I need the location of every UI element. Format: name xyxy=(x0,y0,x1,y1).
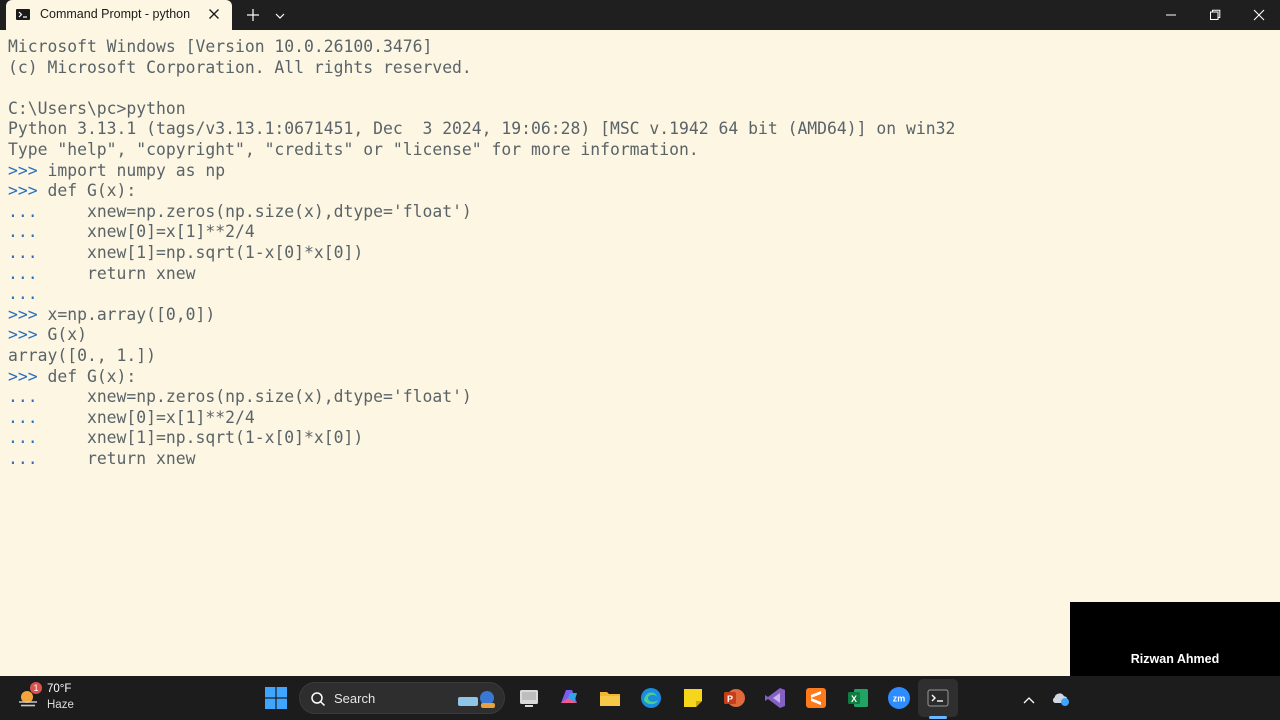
minimize-button[interactable] xyxy=(1149,0,1193,30)
terminal-prompt: >>> xyxy=(8,366,38,386)
terminal-icon[interactable] xyxy=(925,685,951,711)
chevron-down-icon[interactable] xyxy=(272,8,288,22)
edge-icon[interactable] xyxy=(638,685,664,711)
terminal-line-text: import numpy as np xyxy=(37,160,226,180)
terminal-line-text: Microsoft Windows [Version 10.0.26100.34… xyxy=(8,37,433,56)
terminal-prompt: ... xyxy=(8,263,38,283)
terminal-line: >>> def G(x): xyxy=(8,367,955,388)
powerpoint-icon[interactable]: P xyxy=(721,685,747,711)
terminal-line: >>> def G(x): xyxy=(8,181,955,202)
svg-text:X: X xyxy=(851,694,857,704)
plus-icon[interactable] xyxy=(244,6,262,24)
terminal-line: >>> import numpy as np xyxy=(8,161,955,182)
terminal-line-text: Python 3.13.1 (tags/v3.13.1:0671451, Dec… xyxy=(8,119,956,139)
terminal-line: (c) Microsoft Corporation. All rights re… xyxy=(8,58,955,79)
search-label: Search xyxy=(334,691,376,706)
terminal-prompt: >>> xyxy=(8,181,38,201)
terminal-prompt: >>> xyxy=(8,325,38,345)
taskbar-search[interactable]: Search xyxy=(299,682,505,714)
maximize-button[interactable] xyxy=(1193,0,1237,30)
terminal-prompt: ... xyxy=(8,242,38,262)
close-button[interactable] xyxy=(1237,0,1280,30)
terminal-line: Microsoft Windows [Version 10.0.26100.34… xyxy=(8,37,955,58)
terminal-line: C:\Users\pc>python xyxy=(8,99,955,120)
terminal-prompt: ... xyxy=(8,222,38,242)
terminal-line-text: xnew=np.zeros(np.size(x),dtype='float') xyxy=(37,387,472,407)
terminal-line-text: xnew[0]=x[1]**2/4 xyxy=(37,222,255,242)
terminal-line: ... xyxy=(8,284,955,305)
terminal-line: ... return xnew xyxy=(8,449,955,470)
terminal-text: Microsoft Windows [Version 10.0.26100.34… xyxy=(8,37,955,469)
webcam-overlay: Rizwan Ahmed xyxy=(1070,602,1280,676)
terminal-line-text: (c) Microsoft Corporation. All rights re… xyxy=(8,57,472,77)
close-icon xyxy=(1253,9,1265,21)
weather-temp: 70°F xyxy=(47,683,72,695)
svg-text:zm: zm xyxy=(893,694,906,704)
terminal-line: array([0., 1.]) xyxy=(8,346,955,367)
terminal-line: Python 3.13.1 (tags/v3.13.1:0671451, Dec… xyxy=(8,119,955,140)
terminal-line: ... return xnew xyxy=(8,264,955,285)
restore-icon xyxy=(1210,9,1221,20)
terminal-prompt: >>> xyxy=(8,160,38,180)
terminal-prompt: ... xyxy=(8,448,38,468)
terminal-line-text: return xnew xyxy=(37,448,196,468)
terminal-line-text: return xnew xyxy=(37,263,196,283)
terminal-line-text: def G(x): xyxy=(37,181,137,201)
terminal-line: >>> x=np.array([0,0]) xyxy=(8,305,955,326)
terminal-line-text: xnew[1]=np.sqrt(1-x[0]*x[0]) xyxy=(37,428,364,448)
terminal-line: >>> G(x) xyxy=(8,325,955,346)
presenter-name: Rizwan Ahmed xyxy=(1130,652,1220,666)
terminal-prompt: ... xyxy=(8,201,38,221)
terminal-line: Type "help", "copyright", "credits" or "… xyxy=(8,140,955,161)
search-highlight-icon xyxy=(456,688,498,710)
terminal-line-text: xnew[1]=np.sqrt(1-x[0]*x[0]) xyxy=(37,242,364,262)
terminal-line-text: array([0., 1.]) xyxy=(8,345,157,365)
search-icon xyxy=(310,691,326,707)
terminal-line-text: Type "help", "copyright", "credits" or "… xyxy=(8,139,699,159)
terminal-prompt: ... xyxy=(8,428,38,448)
onedrive-cloud-icon[interactable] xyxy=(1050,689,1070,707)
file-explorer-icon[interactable] xyxy=(516,685,542,711)
terminal-line: ... xnew[1]=np.sqrt(1-x[0]*x[0]) xyxy=(8,428,955,449)
sublime-icon[interactable] xyxy=(803,685,829,711)
svg-text:P: P xyxy=(727,694,733,704)
terminal-line-text: def G(x): xyxy=(37,366,137,386)
sticky-notes-icon[interactable] xyxy=(680,685,706,711)
terminal-line-text: xnew=np.zeros(np.size(x),dtype='float') xyxy=(37,201,472,221)
close-icon[interactable] xyxy=(206,6,222,22)
terminal-prompt: >>> xyxy=(8,304,38,324)
folder-icon[interactable] xyxy=(597,685,623,711)
terminal-line: ... xnew=np.zeros(np.size(x),dtype='floa… xyxy=(8,387,955,408)
terminal-line: ... xnew=np.zeros(np.size(x),dtype='floa… xyxy=(8,202,955,223)
active-app-indicator xyxy=(929,716,947,719)
terminal-line: ... xnew[0]=x[1]**2/4 xyxy=(8,222,955,243)
terminal-output[interactable]: Microsoft Windows [Version 10.0.26100.34… xyxy=(0,30,1280,676)
terminal-line: ... xnew[0]=x[1]**2/4 xyxy=(8,408,955,429)
terminal-prompt: ... xyxy=(8,407,38,427)
terminal-line-text: C:\Users\pc>python xyxy=(8,98,186,118)
tab-command-prompt[interactable]: Command Prompt - python xyxy=(6,0,232,30)
terminal-line-text: G(x) xyxy=(37,325,87,345)
weather-condition: Haze xyxy=(47,699,74,711)
title-bar: Command Prompt - python xyxy=(0,0,1280,30)
microsoft-365-icon[interactable] xyxy=(556,685,582,711)
terminal-prompt: ... xyxy=(8,387,38,407)
taskbar: 1 70°F Haze Search P X zm xyxy=(0,676,1280,720)
minimize-icon xyxy=(1166,14,1176,16)
windows-start-icon[interactable] xyxy=(265,687,287,709)
chevron-up-icon[interactable] xyxy=(1022,691,1036,704)
zoom-icon[interactable]: zm xyxy=(886,685,912,711)
tab-title: Command Prompt - python xyxy=(40,7,191,21)
terminal-line-text: x=np.array([0,0]) xyxy=(37,304,216,324)
excel-icon[interactable]: X xyxy=(845,685,871,711)
terminal-line-text: xnew[0]=x[1]**2/4 xyxy=(37,407,255,427)
visual-studio-icon[interactable] xyxy=(762,685,788,711)
terminal-icon xyxy=(16,9,30,20)
notification-badge: 1 xyxy=(30,682,42,694)
terminal-line: ... xnew[1]=np.sqrt(1-x[0]*x[0]) xyxy=(8,243,955,264)
terminal-prompt: ... xyxy=(8,284,38,304)
